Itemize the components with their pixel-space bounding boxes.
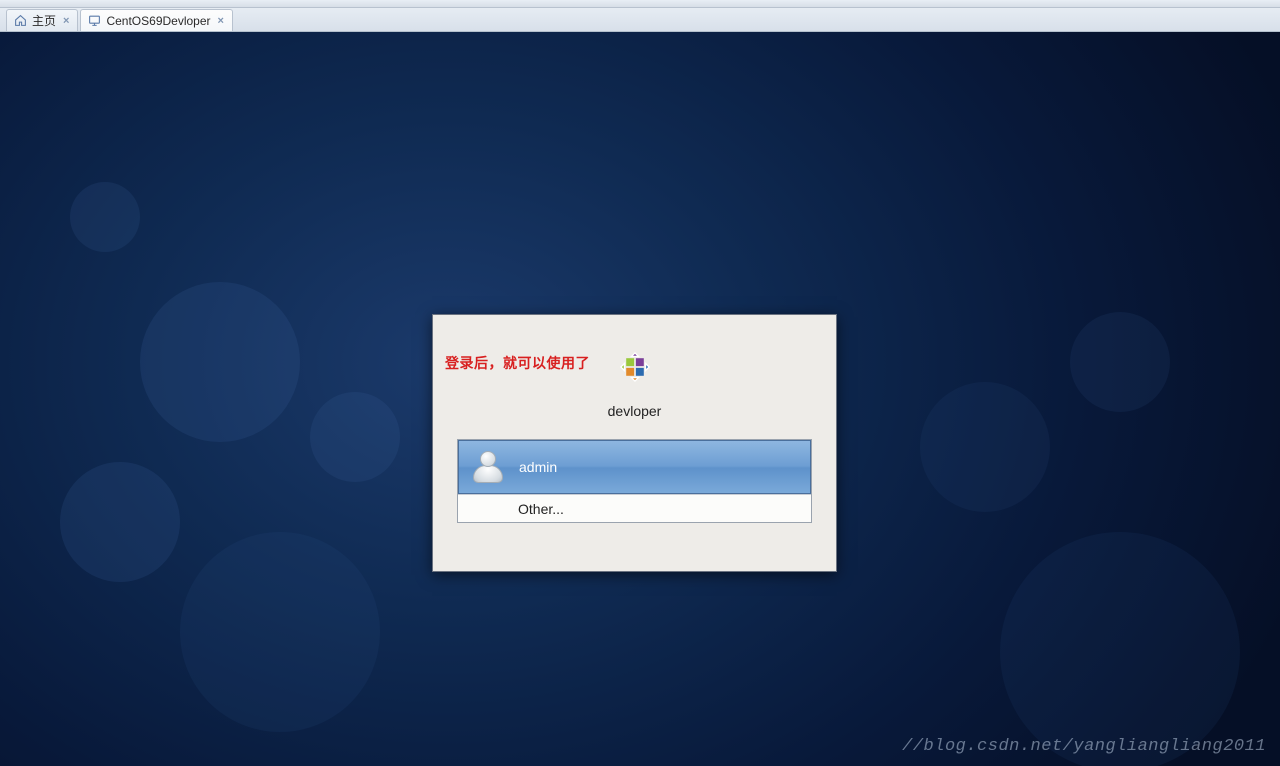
- annotation-text: 登录后，就可以使用了: [445, 353, 590, 373]
- tab-home-close[interactable]: ×: [61, 15, 71, 27]
- tab-home-label: 主页: [32, 12, 56, 29]
- tab-vm-close[interactable]: ×: [216, 15, 226, 27]
- window-titlebar: [0, 0, 1280, 8]
- hostname-label: devloper: [608, 403, 662, 419]
- user-list: admin Other...: [457, 439, 812, 523]
- app-window: 主页 × CentOS69Devloper × 登录后，就可以使用了: [0, 0, 1280, 766]
- login-panel: 登录后，就可以使用了: [432, 314, 837, 572]
- home-icon: [13, 14, 27, 28]
- avatar-icon: [471, 450, 505, 484]
- vm-desktop: 登录后，就可以使用了: [0, 32, 1280, 766]
- tabbar: 主页 × CentOS69Devloper ×: [0, 8, 1280, 32]
- watermark-text: //blog.csdn.net/yangliangliang2011: [902, 737, 1266, 756]
- tab-vm[interactable]: CentOS69Devloper ×: [80, 9, 233, 31]
- user-label-other: Other...: [518, 501, 564, 517]
- user-row-admin[interactable]: admin: [458, 440, 811, 494]
- monitor-icon: [87, 14, 101, 28]
- tab-vm-label: CentOS69Devloper: [106, 14, 210, 28]
- centos-logo-icon: [613, 345, 657, 389]
- user-row-other[interactable]: Other...: [458, 494, 811, 522]
- user-label-admin: admin: [519, 459, 557, 475]
- tab-home[interactable]: 主页 ×: [6, 9, 78, 31]
